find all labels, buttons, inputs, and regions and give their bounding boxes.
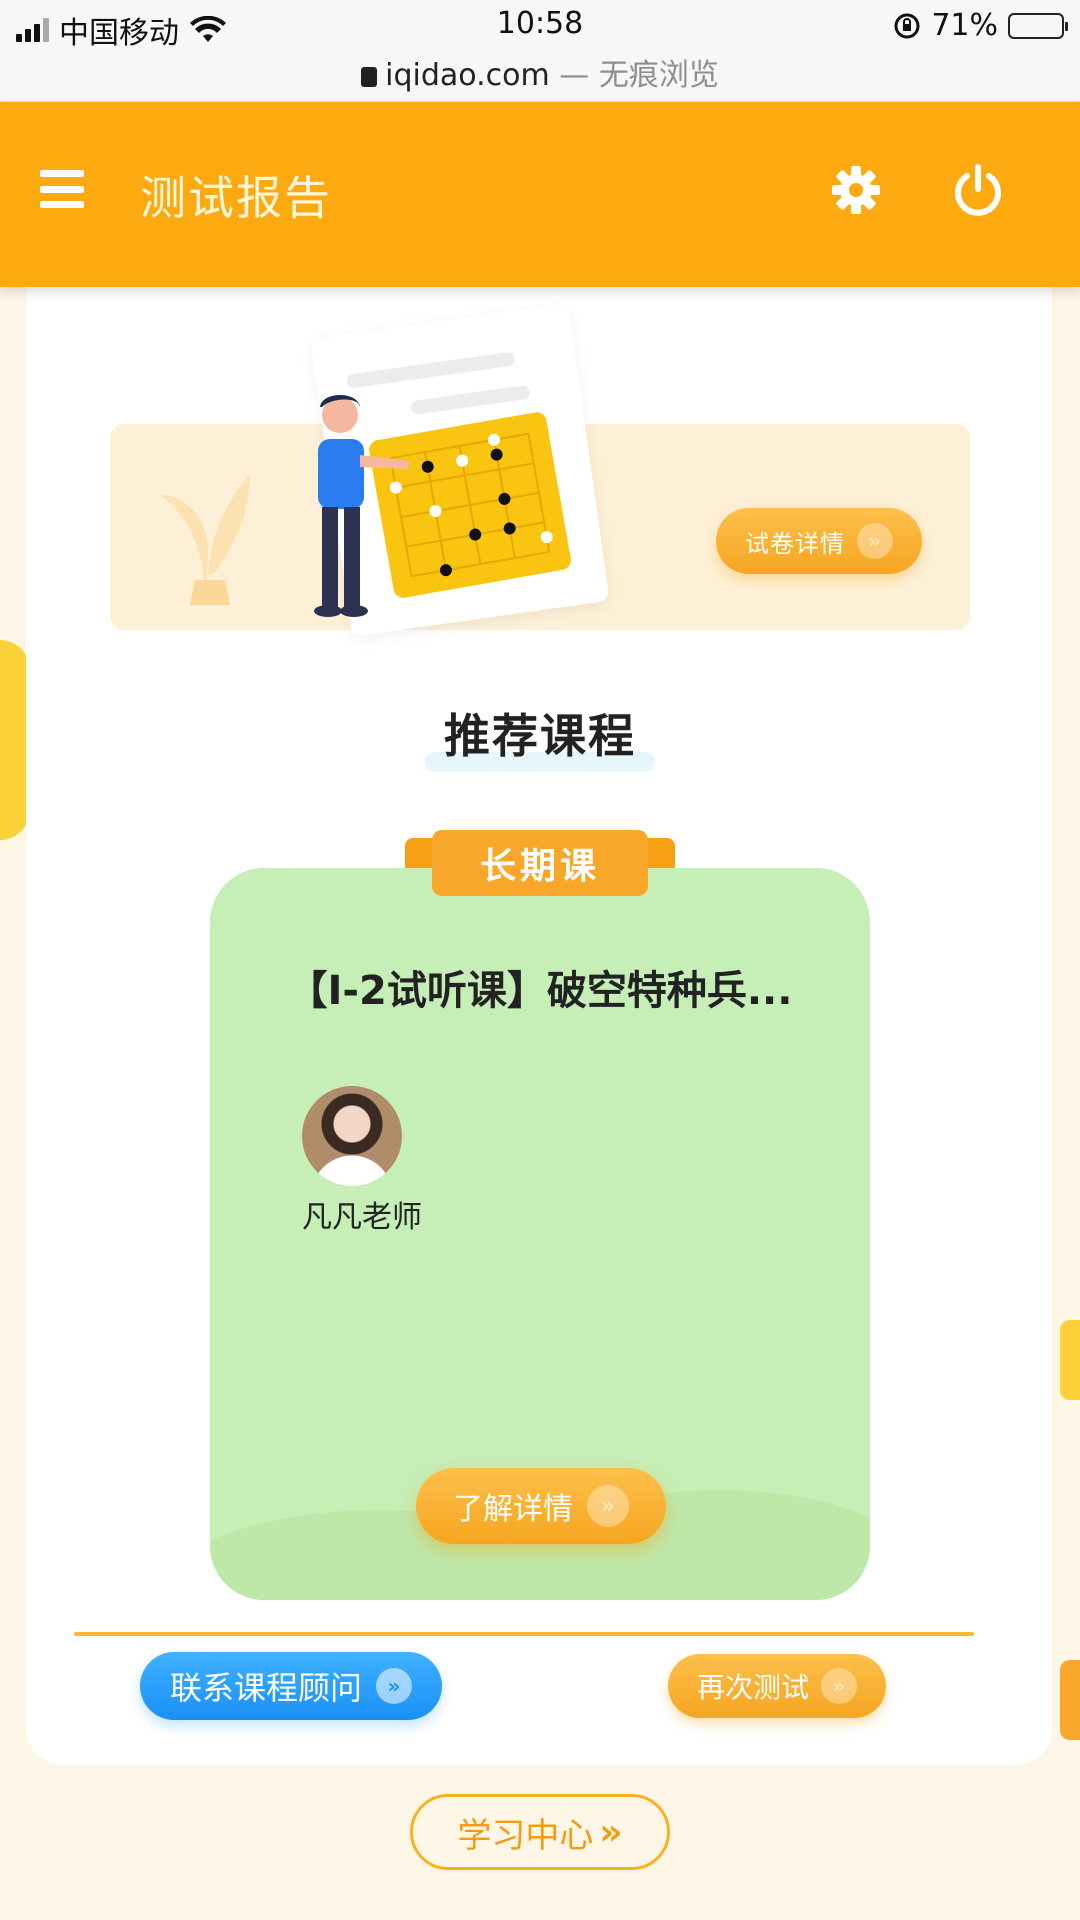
exam-detail-label: 试卷详情 bbox=[745, 529, 845, 558]
url-domain: iqidao.com bbox=[385, 58, 550, 93]
teacher-avatar bbox=[302, 1086, 402, 1186]
section-title: 推荐课程 bbox=[444, 709, 636, 763]
study-center-label: 学习中心 bbox=[457, 1815, 594, 1856]
chevron-right-icon: » bbox=[857, 523, 893, 559]
learn-more-label: 了解详情 bbox=[453, 1492, 573, 1527]
study-center-button[interactable]: 学习中心 » bbox=[410, 1794, 670, 1870]
chevron-right-icon: » bbox=[821, 1668, 857, 1704]
private-mode-label: 无痕浏览 bbox=[598, 58, 719, 93]
menu-icon[interactable] bbox=[40, 170, 84, 208]
plant-illustration bbox=[160, 475, 250, 605]
power-icon[interactable] bbox=[950, 162, 1006, 218]
retest-button[interactable]: 再次测试 » bbox=[668, 1654, 886, 1718]
page-title: 测试报告 bbox=[140, 171, 332, 225]
gear-icon[interactable] bbox=[828, 162, 884, 218]
battery-icon bbox=[1008, 12, 1068, 39]
teacher-name: 凡凡老师 bbox=[302, 1200, 422, 1235]
contact-advisor-label: 联系课程顾问 bbox=[169, 1669, 362, 1707]
course-type-badge: 长期课 bbox=[432, 830, 648, 896]
background-decoration bbox=[1060, 1660, 1080, 1740]
contact-advisor-button[interactable]: 联系课程顾问 » bbox=[140, 1652, 442, 1720]
rotation-lock-icon bbox=[894, 13, 920, 38]
url-bar[interactable]: iqidao.com — 无痕浏览 bbox=[0, 50, 1080, 94]
exam-detail-button[interactable]: 试卷详情 » bbox=[716, 508, 922, 574]
app-header: 测试报告 bbox=[0, 102, 1080, 287]
retest-label: 再次测试 bbox=[696, 1671, 809, 1704]
double-chevron-right-icon: » bbox=[599, 1811, 623, 1853]
status-bar: 中国移动 10:58 71% iqidao.com — 无痕浏览 bbox=[0, 0, 1080, 102]
learn-more-button[interactable]: 了解详情 » bbox=[416, 1468, 666, 1544]
chevron-right-icon: » bbox=[376, 1668, 412, 1704]
background-decoration bbox=[1060, 1320, 1080, 1400]
lock-icon bbox=[361, 67, 378, 87]
battery-percent: 71% bbox=[931, 8, 998, 43]
course-title: 【I-2试听课】破空特种兵... bbox=[287, 968, 793, 1014]
url-separator: — bbox=[559, 58, 590, 93]
course-card[interactable]: 【I-2试听课】破空特种兵... 凡凡老师 了解详情 » bbox=[210, 868, 870, 1600]
divider bbox=[74, 1632, 974, 1636]
status-right: 71% bbox=[893, 8, 1068, 43]
chevron-right-icon: » bbox=[587, 1485, 629, 1527]
person-illustration bbox=[314, 395, 410, 617]
